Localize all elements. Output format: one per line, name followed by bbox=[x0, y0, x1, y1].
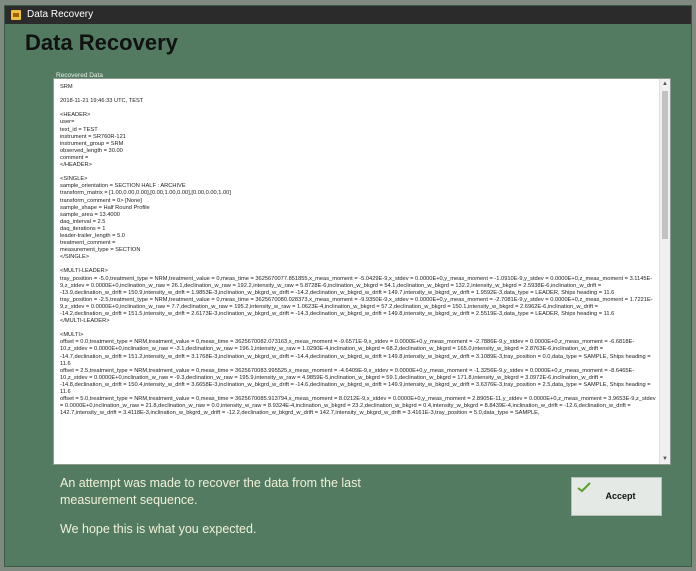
text-line: sample_orientation = SECTION HALF : ARCH… bbox=[60, 183, 186, 190]
text-line: <HEADER> bbox=[60, 112, 91, 119]
text-line: transform_matrix = [1.00,0.00,0.00],[0.0… bbox=[60, 190, 231, 197]
text-line: sample_shape = Half Round Profile bbox=[60, 204, 150, 211]
accept-button-label: Accept bbox=[605, 491, 636, 501]
text-line: daq_interval = 2.5 bbox=[60, 218, 106, 225]
text-line: sample_area = 13.4000 bbox=[60, 211, 120, 218]
recovery-message-line-1: An attempt was made to recover the data … bbox=[60, 476, 361, 490]
text-block: <HEADER> user= text_id = TEST instrument = … bbox=[60, 112, 656, 169]
text-block: <MULTI-LEADER> tray_position = -5.0,treat… bbox=[60, 268, 656, 325]
text-line: daq_iterations = 1 bbox=[60, 225, 106, 232]
data-recovery-window: Data Recovery Data Recovery Recovered Da… bbox=[4, 5, 692, 567]
text-line: </SINGLE> bbox=[60, 254, 90, 261]
scroll-up-icon[interactable]: ▲ bbox=[660, 79, 670, 89]
text-block: SRM bbox=[60, 84, 656, 91]
text-line: </HEADER> bbox=[60, 162, 92, 169]
text-line: offset = 2.5,treatment_type = NRM,treatm… bbox=[60, 367, 651, 396]
text-line: offset = 5.0,treatment_type = NRM,treatm… bbox=[60, 396, 656, 417]
text-line: transform_comment = 0> [None] bbox=[60, 197, 142, 204]
text-line: text_id = TEST bbox=[60, 126, 98, 133]
text-line: tray_position = -5.0,treatment_type = NR… bbox=[60, 275, 653, 296]
text-line: </MULTI-LEADER> bbox=[60, 318, 110, 325]
text-line: treatment_comment = bbox=[60, 240, 116, 247]
text-line: observed_length = 30.00 bbox=[60, 147, 123, 154]
text-line: measurement_type = SECTION bbox=[60, 247, 141, 254]
text-line: user= bbox=[60, 119, 75, 126]
scrollbar-thumb[interactable] bbox=[662, 91, 668, 239]
vertical-scrollbar[interactable]: ▲ ▼ bbox=[659, 79, 670, 464]
text-line: 2018-11-21 19:46:33 UTC, TEST bbox=[60, 98, 144, 105]
text-line: comment = bbox=[60, 154, 89, 161]
text-line: instrument = SR760R-121 bbox=[60, 133, 126, 140]
title-bar: Data Recovery bbox=[5, 6, 691, 24]
text-line: <SINGLE> bbox=[60, 176, 88, 183]
text-line: tray_position = -2.5,treatment_type = NR… bbox=[60, 296, 653, 317]
recovery-message-line-2: measurement sequence. bbox=[60, 493, 198, 507]
text-line: instrument_group = SRM bbox=[60, 140, 124, 147]
recovery-message-line-3: We hope this is what you expected. bbox=[60, 522, 257, 536]
text-line: <MULTI-LEADER> bbox=[60, 268, 108, 275]
text-block: 2018-11-21 19:46:33 UTC, TEST bbox=[60, 98, 656, 105]
text-block: <SINGLE> sample_orientation = SECTION HAL… bbox=[60, 176, 656, 261]
window-title: Data Recovery bbox=[27, 9, 94, 20]
scroll-down-icon[interactable]: ▼ bbox=[660, 454, 670, 464]
text-line: leader-trailer_length = 5.0 bbox=[60, 232, 125, 239]
text-line: <MULTI> bbox=[60, 332, 84, 339]
recovered-data-panel: SRM 2018-11-21 19:46:33 UTC, TEST <HEADER>… bbox=[53, 78, 671, 465]
app-icon bbox=[11, 10, 21, 20]
text-line: SRM bbox=[60, 84, 73, 90]
page-title: Data Recovery bbox=[25, 30, 178, 55]
recovered-data-text[interactable]: SRM 2018-11-21 19:46:33 UTC, TEST <HEADER>… bbox=[60, 84, 656, 462]
text-line: offset = 0.0,treatment_type = NRM,treatm… bbox=[60, 339, 651, 367]
text-block: <MULTI> offset = 0.0,treatment_type = NRM… bbox=[60, 332, 656, 417]
accept-button[interactable]: Accept bbox=[571, 477, 662, 516]
